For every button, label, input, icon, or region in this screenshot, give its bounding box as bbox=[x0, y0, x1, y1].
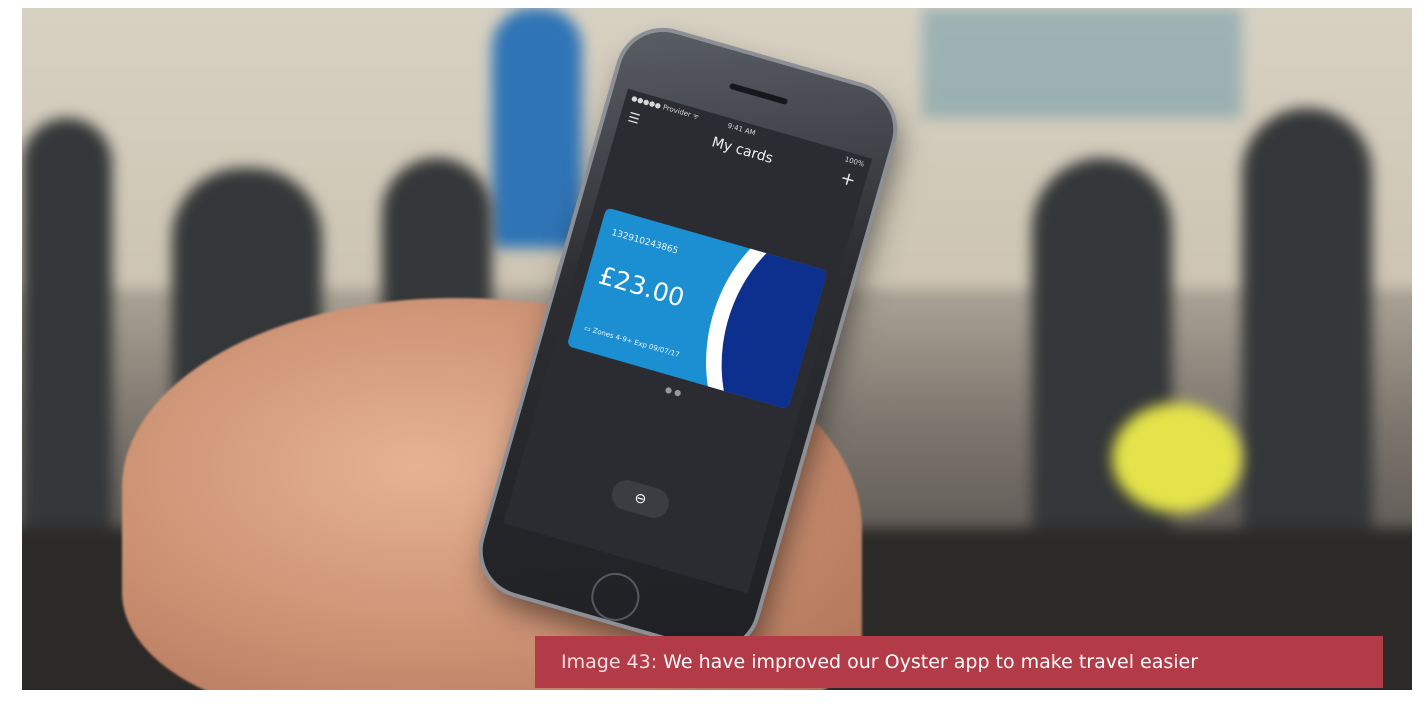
image-caption: Image 43: We have improved our Oyster ap… bbox=[535, 636, 1383, 688]
oyster-card[interactable]: 1329102438​65 £23.00 ▭ Zones 4-9+ Exp 09… bbox=[566, 207, 828, 410]
card-balance: £23.00 bbox=[595, 260, 688, 313]
card-stripe bbox=[690, 207, 828, 410]
card-zones-expiry: ▭ Zones 4-9+ Exp 09/07/17 bbox=[583, 324, 681, 360]
earpiece bbox=[728, 82, 789, 106]
tube-roundel-button[interactable]: ⊖ bbox=[608, 476, 673, 522]
card-number: 1329102438​65 bbox=[610, 227, 680, 257]
clock: 9:41 AM bbox=[726, 121, 757, 138]
oyster-reader bbox=[1112, 403, 1242, 513]
battery-level: 100% bbox=[843, 155, 866, 169]
background-sign bbox=[922, 8, 1242, 118]
background-person bbox=[492, 8, 582, 248]
caption-label: Image 43: bbox=[561, 651, 658, 673]
caption-text: We have improved our Oyster app to make … bbox=[663, 651, 1199, 673]
